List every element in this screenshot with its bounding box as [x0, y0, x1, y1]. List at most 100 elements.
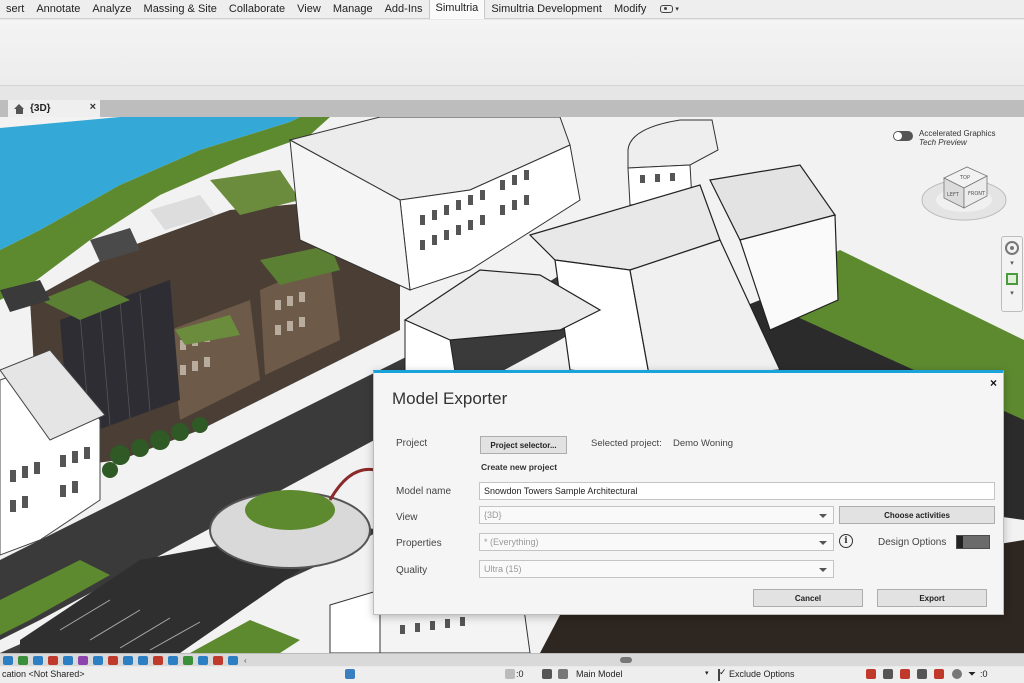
view-select-value: {3D} [484, 510, 502, 520]
selected-project-label: Selected project: [591, 438, 662, 449]
accelerated-graphics-text: Accelerated Graphics Tech Preview [919, 129, 995, 147]
close-icon[interactable]: × [90, 101, 96, 113]
export-button[interactable]: Export [877, 589, 987, 607]
info-icon[interactable]: i [839, 534, 853, 548]
cube-top-label: TOP [959, 175, 970, 181]
drag-elements-icon[interactable] [934, 669, 944, 679]
project-selector-button[interactable]: Project selector... [480, 436, 567, 454]
filter-icon[interactable]: ⏷ [968, 669, 976, 680]
properties-label: Properties [396, 538, 442, 549]
chevron-down-icon[interactable]: ▾ [1010, 290, 1014, 297]
background-processes-icon[interactable] [952, 669, 962, 679]
toggle-switch[interactable] [893, 131, 913, 141]
show-crop-icon[interactable] [107, 655, 118, 665]
contextual-tab-dropdown[interactable]: ▾ [660, 5, 679, 13]
scale-icon[interactable] [2, 655, 13, 665]
tab-add-ins[interactable]: Add-Ins [379, 0, 429, 19]
properties-select[interactable]: * (Everything) [479, 533, 834, 551]
ribbon-separator [0, 86, 1024, 100]
main-model-label: Main Model [576, 669, 623, 679]
render-icon[interactable] [77, 655, 88, 665]
chevron-down-icon[interactable]: ▾ [705, 669, 709, 677]
visual-style-icon[interactable] [32, 655, 43, 665]
home-icon [14, 103, 25, 114]
sun-path-icon[interactable] [47, 655, 58, 665]
tech-preview-label: Tech Preview [919, 138, 967, 147]
ribbon-tab-bar: sert Annotate Analyze Massing & Site Col… [0, 0, 1024, 19]
chevron-down-icon [819, 541, 827, 545]
workset-count: :0 [516, 669, 524, 679]
view-cube[interactable]: TOP LEFT FRONT [919, 150, 1009, 230]
quality-select[interactable]: Ultra (15) [479, 560, 834, 578]
tab-massing-site[interactable]: Massing & Site [138, 0, 223, 19]
tab-simultria[interactable]: Simultria [428, 0, 486, 19]
select-by-face-icon[interactable] [917, 669, 927, 679]
dialog-title: Model Exporter [392, 389, 508, 408]
model-name-label: Model name [396, 486, 452, 497]
quality-select-value: Ultra (15) [484, 564, 522, 574]
project-label: Project [396, 438, 428, 449]
chevron-left-icon[interactable]: ‹ [244, 656, 247, 665]
camera-icon [660, 5, 674, 13]
worksharing-icon[interactable] [212, 655, 223, 665]
tab-manage[interactable]: Manage [327, 0, 379, 19]
tab-view[interactable]: View [291, 0, 327, 19]
temp-hide-icon[interactable] [137, 655, 148, 665]
design-options-icon[interactable] [542, 669, 552, 679]
shadows-icon[interactable] [62, 655, 73, 665]
cancel-button[interactable]: Cancel [753, 589, 863, 607]
tab-analyze[interactable]: Analyze [86, 0, 137, 19]
view-control-bar: ‹ [0, 653, 1024, 666]
tab-annotate[interactable]: Annotate [30, 0, 86, 19]
ribbon-panel [0, 20, 1024, 86]
select-pinned-icon[interactable] [900, 669, 910, 679]
constraints-icon[interactable] [197, 655, 208, 665]
selected-project-value: Demo Woning [673, 438, 734, 449]
design-options-toggle[interactable] [956, 535, 990, 549]
accelerated-graphics-label: Accelerated Graphics [919, 129, 996, 138]
chevron-down-icon[interactable]: ▾ [1010, 260, 1014, 267]
navigation-bar: ▾ ▾ [1001, 236, 1023, 312]
analysis-icon[interactable] [167, 655, 178, 665]
create-new-project-link[interactable]: Create new project [481, 462, 557, 472]
chevron-down-icon [819, 514, 827, 518]
cube-front-label: FRONT [968, 191, 986, 197]
exclude-options-checkbox[interactable] [718, 669, 720, 681]
view-tab-label: {3D} [30, 103, 51, 114]
view-tab-3d[interactable]: {3D} × [8, 100, 100, 117]
status-location: cation <Not Shared> [2, 669, 85, 679]
tab-modify[interactable]: Modify [608, 0, 652, 19]
tab-collaborate[interactable]: Collaborate [223, 0, 291, 19]
select-underlay-icon[interactable] [883, 669, 893, 679]
close-icon[interactable]: × [990, 376, 997, 390]
model-name-field[interactable]: Snowdon Towers Sample Architectural [479, 482, 995, 500]
status-bar: cation <Not Shared> :0 Main Model ▾ Excl… [0, 667, 1024, 683]
view-select[interactable]: {3D} [479, 506, 834, 524]
zoom-icon[interactable] [1006, 273, 1018, 285]
lock-view-icon[interactable] [122, 655, 133, 665]
design-options-label: Design Options [878, 537, 947, 548]
section-box-icon[interactable] [227, 655, 238, 665]
reveal-hidden-icon[interactable] [152, 655, 163, 665]
exclude-options-label: Exclude Options [729, 669, 795, 679]
tab-simultria-development[interactable]: Simultria Development [485, 0, 608, 19]
model-exporter-dialog: Model Exporter × Project Project selecto… [373, 370, 1004, 615]
horizontal-scrollbar[interactable] [620, 657, 632, 663]
accelerated-graphics-toggle[interactable]: Accelerated Graphics Tech Preview [893, 129, 995, 147]
worksets-icon[interactable] [345, 669, 355, 679]
steering-wheel-icon[interactable] [1005, 241, 1019, 255]
highlight-icon[interactable] [182, 655, 193, 665]
cube-left-label: LEFT [947, 192, 960, 198]
view-tab-bar: {3D} × [0, 100, 1024, 117]
detail-level-icon[interactable] [17, 655, 28, 665]
view-label: View [396, 512, 418, 523]
choose-activities-button[interactable]: Choose activities [839, 506, 995, 524]
chevron-down-icon: ▾ [675, 6, 679, 13]
select-links-icon[interactable] [866, 669, 876, 679]
quality-label: Quality [396, 565, 428, 576]
tab-insert[interactable]: sert [0, 0, 30, 19]
properties-select-value: * (Everything) [484, 537, 539, 547]
editable-icon[interactable] [505, 669, 515, 679]
main-model-icon[interactable] [558, 669, 568, 679]
crop-view-icon[interactable] [92, 655, 103, 665]
